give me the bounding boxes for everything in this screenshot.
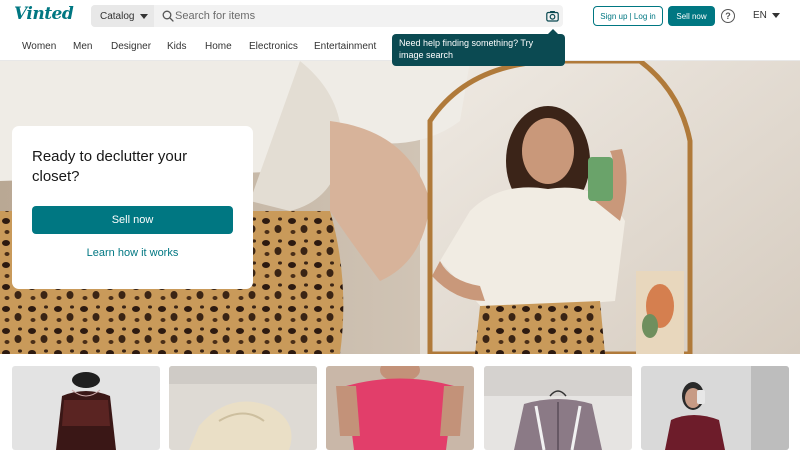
item-card[interactable] (12, 366, 160, 450)
item-image (12, 366, 160, 450)
item-card[interactable] (484, 366, 632, 450)
nav-item-kids[interactable]: Kids (167, 41, 186, 52)
sell-now-button[interactable]: Sell now (668, 6, 715, 26)
item-card[interactable] (169, 366, 317, 450)
nav-item-designer[interactable]: Designer (111, 41, 151, 52)
search-icon (162, 10, 174, 22)
catalog-dropdown[interactable]: Catalog (91, 5, 154, 27)
nav-item-women[interactable]: Women (22, 41, 56, 52)
nav-item-electronics[interactable]: Electronics (249, 41, 298, 52)
item-image (169, 366, 317, 450)
top-header: Vinted Catalog Sign up | Log in Sell now… (0, 0, 800, 33)
hero-card: Ready to declutter your closet? Sell now… (12, 126, 253, 289)
item-image (326, 366, 474, 450)
signup-login-button[interactable]: Sign up | Log in (593, 6, 663, 26)
search-input[interactable] (175, 7, 535, 25)
item-image (484, 366, 632, 450)
language-label: EN (753, 10, 767, 21)
search-bar: Catalog (91, 5, 563, 27)
nav-item-home[interactable]: Home (205, 41, 232, 52)
learn-how-it-works-link[interactable]: Learn how it works (32, 247, 233, 259)
catalog-label: Catalog (100, 10, 135, 22)
chevron-down-icon (771, 13, 780, 18)
hero-banner: Ready to declutter your closet? Sell now… (0, 61, 800, 354)
item-image (641, 366, 789, 450)
vinted-logo[interactable]: Vinted (14, 4, 74, 24)
help-icon[interactable]: ? (721, 9, 735, 23)
chevron-down-icon (140, 13, 149, 19)
nav-item-entertainment[interactable]: Entertainment (314, 41, 376, 52)
image-search-tooltip: Need help finding something? Try image s… (392, 34, 565, 66)
camera-icon[interactable] (546, 10, 559, 22)
hero-title: Ready to declutter your closet? (32, 148, 188, 185)
nav-item-men[interactable]: Men (73, 41, 92, 52)
item-card[interactable] (326, 366, 474, 450)
item-card[interactable] (641, 366, 789, 450)
language-selector[interactable]: EN (753, 10, 780, 21)
hero-sell-now-button[interactable]: Sell now (32, 206, 233, 234)
